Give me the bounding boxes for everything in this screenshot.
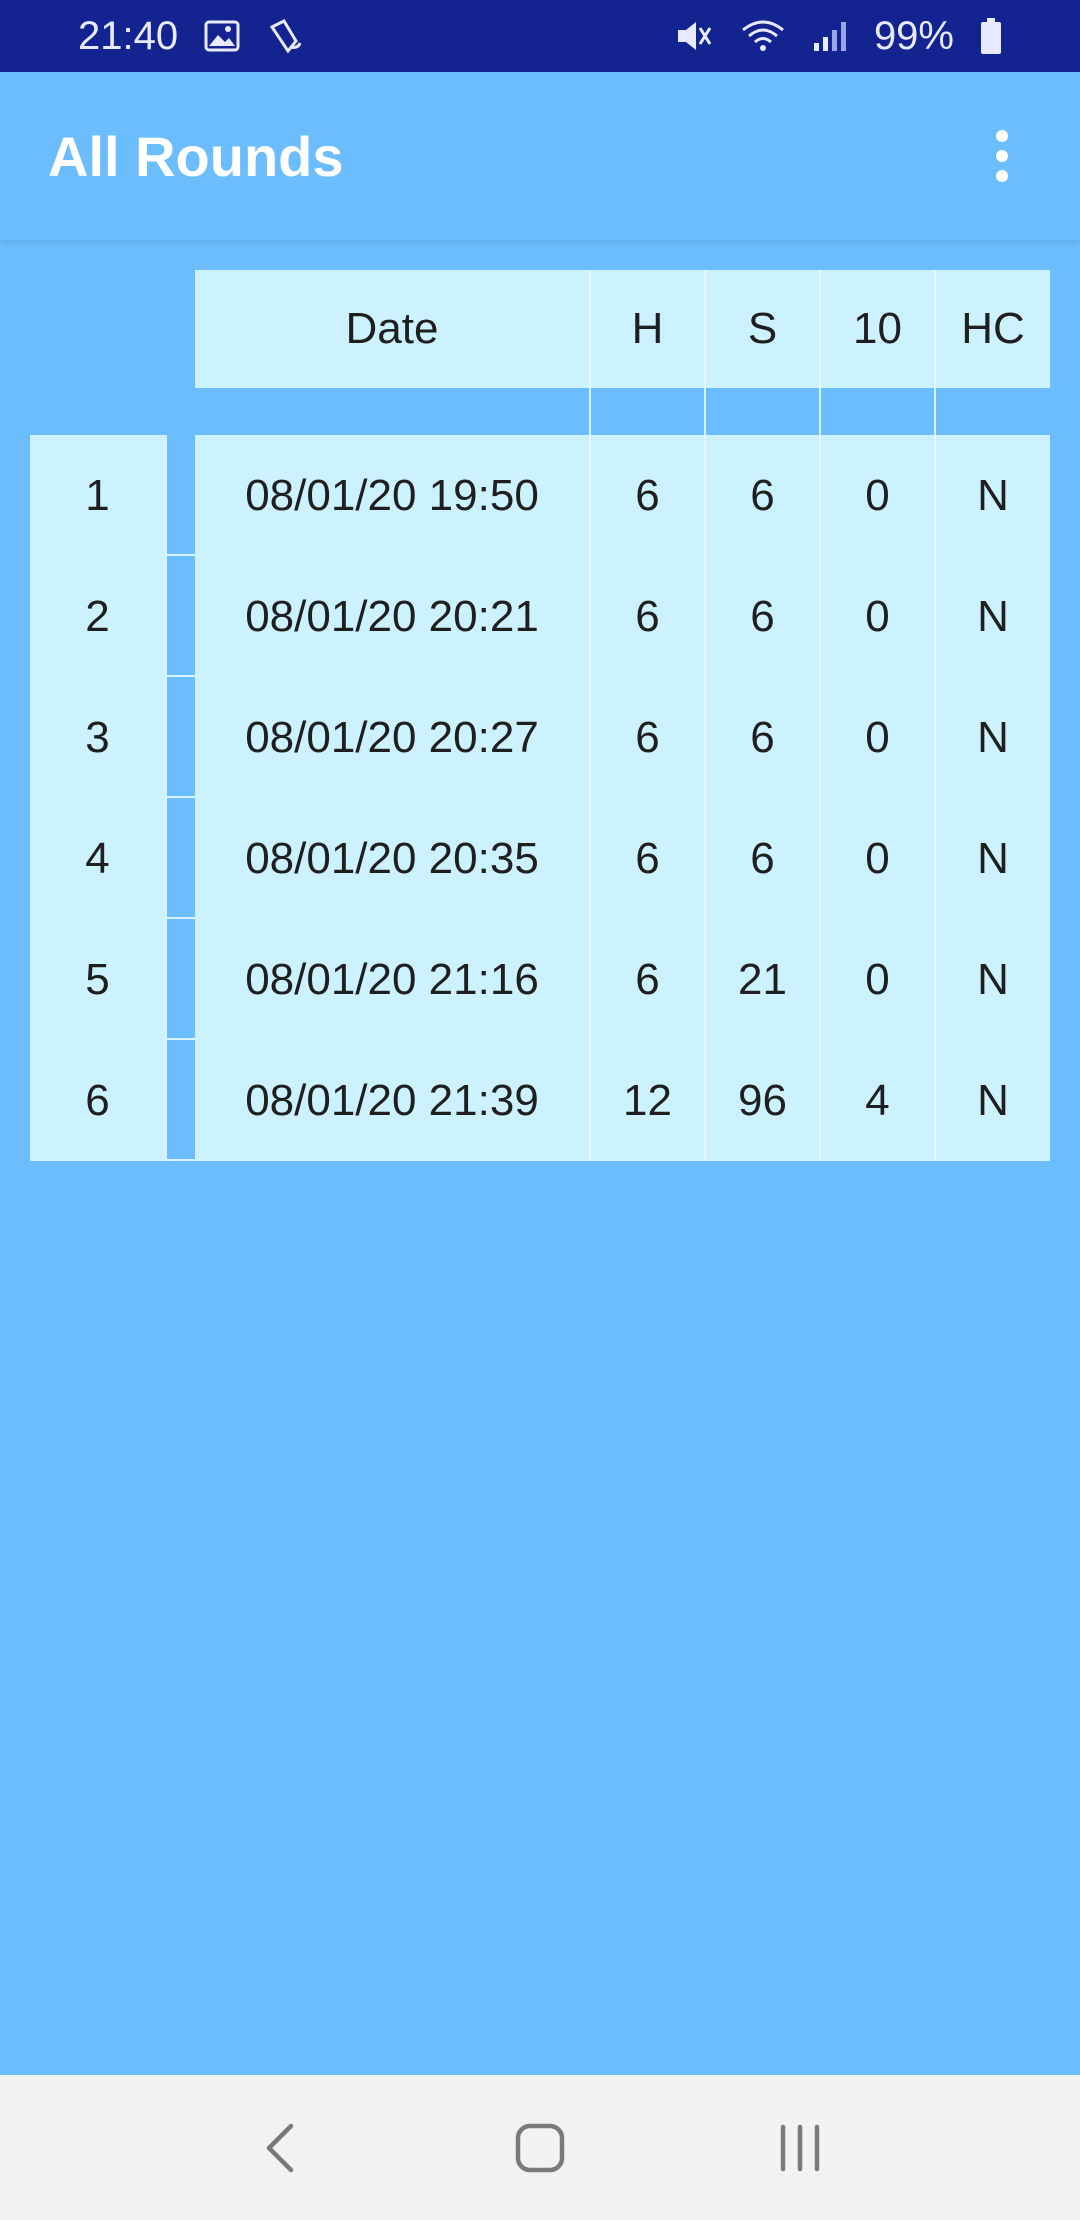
mute-icon <box>674 18 714 54</box>
back-button[interactable] <box>220 2098 340 2198</box>
cell-10: 0 <box>821 435 936 556</box>
table-row[interactable]: 08/01/20 20:21 6 6 0 N <box>195 556 1050 677</box>
cell-s: 96 <box>706 1040 821 1161</box>
cell-s: 6 <box>706 798 821 919</box>
home-button[interactable] <box>480 2098 600 2198</box>
cell-s: 6 <box>706 435 821 556</box>
cell-10: 0 <box>821 556 936 677</box>
vibrate-signal-icon <box>266 17 304 55</box>
recents-button[interactable] <box>740 2098 860 2198</box>
cell-hc: N <box>977 833 1009 883</box>
cell-h: 6 <box>591 556 706 677</box>
cell-10: 0 <box>821 798 936 919</box>
cell-date: 08/01/20 21:39 <box>195 1040 591 1161</box>
recents-icon <box>780 2124 820 2171</box>
status-right: 99% <box>674 14 1002 59</box>
status-time: 21:40 <box>78 13 179 58</box>
wifi-icon <box>740 18 786 54</box>
cell-h: 6 <box>591 919 706 1040</box>
cell-hc: N <box>977 954 1009 1004</box>
row-index[interactable]: 6 <box>30 1040 165 1161</box>
separator-cell <box>165 1040 195 1161</box>
more-vert-icon <box>996 130 1008 182</box>
image-icon <box>204 20 240 52</box>
cell-date: 08/01/20 20:27 <box>195 677 591 798</box>
cell-10: 0 <box>821 677 936 798</box>
separator-cell <box>165 798 195 919</box>
cell-h: 6 <box>591 435 706 556</box>
more-options-button[interactable] <box>972 116 1032 196</box>
spacer-cell <box>936 388 1050 435</box>
spacer-cell <box>821 388 936 435</box>
column-header-s[interactable]: S <box>706 270 821 388</box>
spacer-cell <box>195 388 591 435</box>
cell-date: 08/01/20 19:50 <box>195 435 591 556</box>
table-row[interactable]: 08/01/20 21:39 12 96 4 N <box>195 1040 1050 1161</box>
separator-cell <box>165 435 195 556</box>
column-header-date[interactable]: Date <box>195 270 591 388</box>
column-header-hc[interactable]: HC <box>936 270 1050 388</box>
cell-h: 12 <box>591 1040 706 1161</box>
cell-h: 6 <box>591 798 706 919</box>
cell-hc: N <box>977 470 1009 520</box>
row-index[interactable]: 3 <box>30 677 165 798</box>
table-row[interactable]: 08/01/20 20:27 6 6 0 N <box>195 677 1050 798</box>
navigation-bar <box>0 2075 1080 2220</box>
table-row[interactable]: 08/01/20 20:35 6 6 0 N <box>195 798 1050 919</box>
app-bar: All Rounds <box>0 72 1080 240</box>
row-separator-column <box>165 435 195 1161</box>
column-header-h[interactable]: H <box>591 270 706 388</box>
cell-s: 21 <box>706 919 821 1040</box>
cell-h: 6 <box>591 677 706 798</box>
row-index[interactable]: 4 <box>30 798 165 919</box>
cell-hc: N <box>977 712 1009 762</box>
row-index[interactable]: 1 <box>30 435 165 556</box>
spacer-cell <box>706 388 821 435</box>
cell-s: 6 <box>706 556 821 677</box>
page-title: All Rounds <box>48 124 344 188</box>
back-icon <box>266 2123 294 2172</box>
cell-date: 08/01/20 20:21 <box>195 556 591 677</box>
header-spacer <box>195 388 1050 435</box>
cell-date: 08/01/20 20:35 <box>195 798 591 919</box>
battery-icon <box>980 17 1002 55</box>
separator-cell <box>165 677 195 798</box>
cell-hc: N <box>977 1075 1009 1125</box>
column-header-10[interactable]: 10 <box>821 270 936 388</box>
spacer-cell <box>591 388 706 435</box>
cell-s: 6 <box>706 677 821 798</box>
separator-cell <box>165 556 195 677</box>
status-bar: 21:40 99% <box>0 0 1080 72</box>
row-index-column: 1 2 3 4 5 6 <box>30 435 165 1161</box>
cell-10: 4 <box>821 1040 936 1161</box>
row-index[interactable]: 5 <box>30 919 165 1040</box>
cell-signal-icon <box>812 19 848 53</box>
table-row[interactable]: 08/01/20 19:50 6 6 0 N <box>195 435 1050 556</box>
cell-10: 0 <box>821 919 936 1040</box>
battery-percent: 99% <box>873 13 954 58</box>
cell-date: 08/01/20 21:16 <box>195 919 591 1040</box>
table-row[interactable]: 08/01/20 21:16 6 21 0 N <box>195 919 1050 1040</box>
home-icon <box>515 2123 565 2172</box>
status-left: 21:40 <box>78 14 304 59</box>
table-body: 08/01/20 19:50 6 6 0 N 08/01/20 20:21 6 … <box>195 435 1050 1161</box>
separator-cell <box>165 919 195 1040</box>
table-header-row: Date H S 10 HC <box>195 270 1050 388</box>
row-index[interactable]: 2 <box>30 556 165 677</box>
cell-hc: N <box>977 591 1009 641</box>
